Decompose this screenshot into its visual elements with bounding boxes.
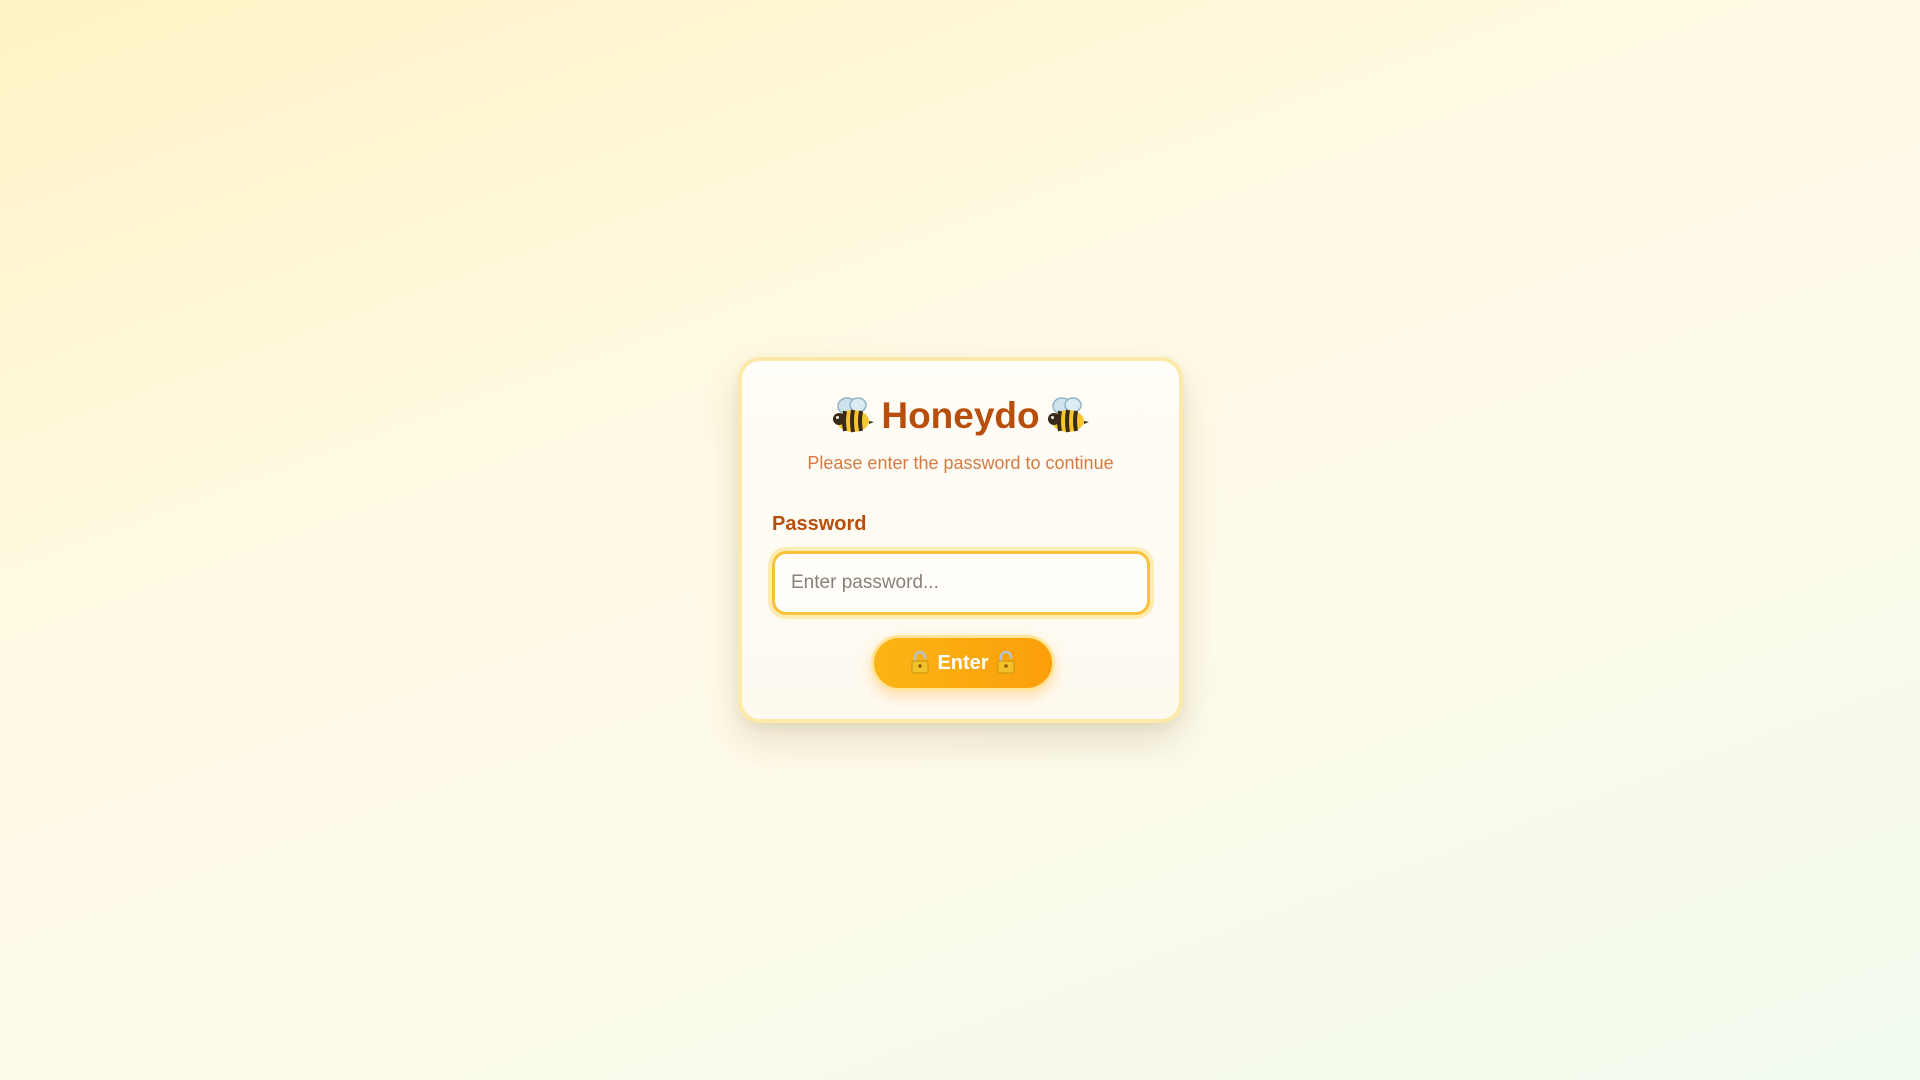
page-title-row: Honeydo (742, 391, 1179, 441)
login-card: Honeydo Please enter the password to con… (738, 357, 1183, 723)
enter-button-label: Enter (937, 651, 989, 674)
password-input[interactable] (775, 554, 1147, 612)
bee-icon (833, 397, 875, 433)
lock-icon (997, 650, 1015, 674)
password-field-wrapper (772, 551, 1150, 615)
bee-icon (1047, 397, 1089, 433)
password-label: Password (772, 513, 867, 535)
subtitle: Please enter the password to continue (807, 453, 1114, 473)
lock-icon (911, 650, 929, 674)
app-title: Honeydo (881, 395, 1040, 436)
enter-button[interactable]: Enter (871, 635, 1055, 691)
